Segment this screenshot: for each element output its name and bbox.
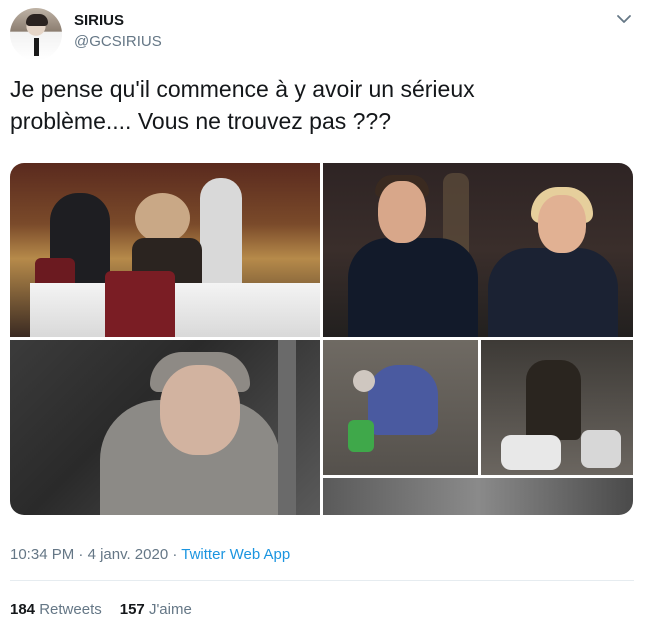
likes-stat[interactable]: 157 J'aime [120,601,192,618]
tweet-text: Je pense qu'il commence à y avoir un sér… [10,73,630,137]
avatar[interactable] [10,8,62,60]
media-photo-elderly-woman[interactable] [10,340,320,515]
media-photo-street-woman[interactable] [323,340,478,475]
media-grid [10,163,633,515]
avatar-tie [34,38,39,56]
media-photo-market-woman[interactable] [481,340,633,475]
media-photo-couple[interactable] [323,163,633,337]
display-name[interactable]: SIRIUS [74,12,124,29]
tweet-date[interactable]: 4 janv. 2020 [88,546,169,563]
source-app-link[interactable]: Twitter Web App [181,546,290,563]
retweets-count: 184 [10,601,36,618]
media-photo-banquet[interactable] [10,163,320,337]
meta-separator: · [172,546,178,563]
tweet-text-line: problème.... Vous ne trouvez pas ??? [10,108,392,134]
tweet-text-line: Je pense qu'il commence à y avoir un sér… [10,76,475,102]
likes-label: J'aime [148,601,192,618]
retweets-label: Retweets [39,601,102,618]
divider [10,580,634,581]
tweet-time[interactable]: 10:34 PM [10,546,74,563]
likes-count: 157 [119,601,145,618]
meta-separator: · [78,546,84,563]
retweets-stat[interactable]: 184 Retweets [10,601,102,618]
chevron-down-icon[interactable] [614,10,634,28]
avatar-hair [26,14,48,26]
tweet-meta: 10:34 PM · 4 janv. 2020 · Twitter Web Ap… [10,546,290,563]
user-handle[interactable]: @GCSIRIUS [74,33,162,50]
media-photo-strip[interactable] [323,478,633,515]
tweet-stats: 184 Retweets 157 J'aime [10,601,192,618]
